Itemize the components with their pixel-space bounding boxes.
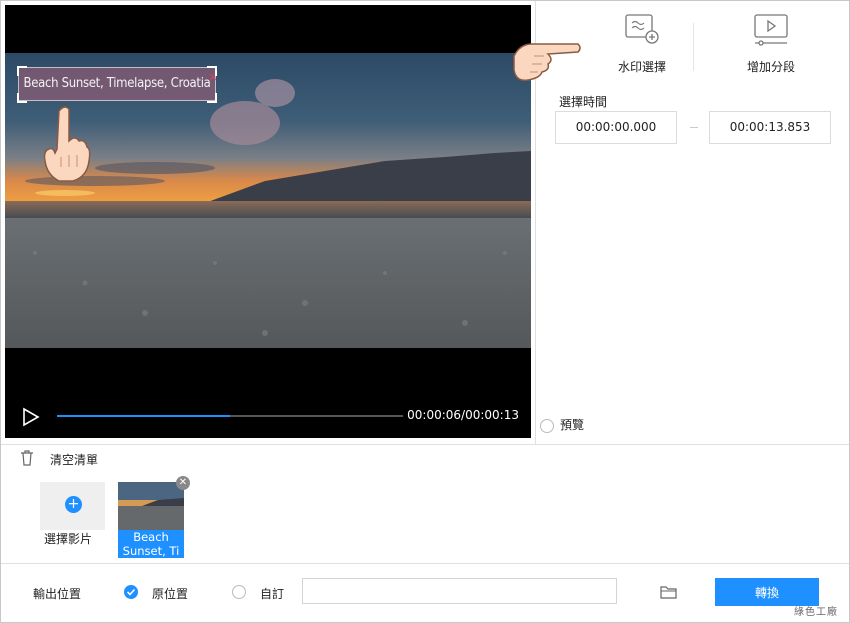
video-player[interactable]: Beach Sunset, Timelapse, Croatia ✕ 00:00… (5, 5, 531, 438)
output-location-label: 輸出位置 (33, 587, 82, 601)
original-location-label: 原位置 (152, 587, 189, 601)
watermark-handle[interactable] (17, 66, 27, 76)
section-divider (1, 563, 849, 564)
toolbar-divider (693, 23, 694, 71)
output-path-input[interactable] (302, 578, 617, 604)
time-range-dash (690, 127, 698, 128)
watermark-handle[interactable] (207, 66, 217, 76)
preview-toggle[interactable]: 預覽 (540, 416, 584, 433)
clear-list-button[interactable]: 清空清單 (20, 450, 98, 469)
play-icon[interactable] (22, 407, 40, 427)
custom-location-radio[interactable] (232, 585, 246, 599)
time-select-title: 選擇時間 (559, 95, 608, 109)
preview-label: 預覽 (560, 418, 585, 432)
video-list-item[interactable]: Beach Sunset, Ti (118, 482, 184, 558)
pointing-hand-icon (43, 106, 91, 182)
edit-panel: 水印選擇 增加分段 選擇時間 00:00:00.000 00:00:13.853… (535, 1, 849, 444)
seek-bar[interactable] (57, 415, 403, 417)
add-video-label: 選擇影片 (44, 532, 93, 546)
start-time-field[interactable]: 00:00:00.000 (555, 111, 677, 144)
add-segment-button[interactable]: 增加分段 (711, 11, 831, 75)
brand-watermark: 綠色工廠 (794, 607, 838, 618)
watermark-handle[interactable] (207, 93, 217, 103)
video-item-name: Beach Sunset, Ti (118, 530, 184, 558)
clear-list-label: 清空清單 (50, 453, 99, 467)
watermark-select-button[interactable]: 水印選擇 (582, 11, 702, 75)
watermark-handle[interactable] (17, 93, 27, 103)
video-thumbnail (118, 482, 184, 530)
watermark-select-label: 水印選擇 (617, 60, 666, 74)
watermark-text: Beach Sunset, Timelapse, Croatia (23, 76, 211, 91)
add-video-tile[interactable]: + (40, 482, 105, 530)
playback-controls: 00:00:06/00:00:13 (5, 395, 531, 438)
time-display: 00:00:06/00:00:13 (407, 408, 519, 422)
folder-icon[interactable] (660, 584, 678, 600)
custom-location-label: 自訂 (260, 587, 285, 601)
checkmark-icon (126, 588, 136, 596)
remove-video-icon[interactable]: ✕ (176, 476, 190, 490)
trash-icon (21, 450, 33, 466)
watermark-box[interactable]: Beach Sunset, Timelapse, Croatia ✕ (18, 67, 217, 101)
end-time-field[interactable]: 00:00:13.853 (709, 111, 831, 144)
section-divider (1, 444, 849, 445)
plus-icon[interactable]: + (65, 496, 82, 513)
original-location-radio[interactable] (124, 585, 138, 599)
add-segment-icon (754, 14, 788, 46)
pointing-hand-icon (513, 43, 581, 82)
add-segment-label: 增加分段 (746, 60, 795, 74)
preview-radio[interactable] (540, 418, 554, 433)
seek-bar-progress (57, 415, 230, 417)
watermark-icon (625, 14, 659, 44)
convert-button[interactable]: 轉換 (715, 578, 819, 606)
